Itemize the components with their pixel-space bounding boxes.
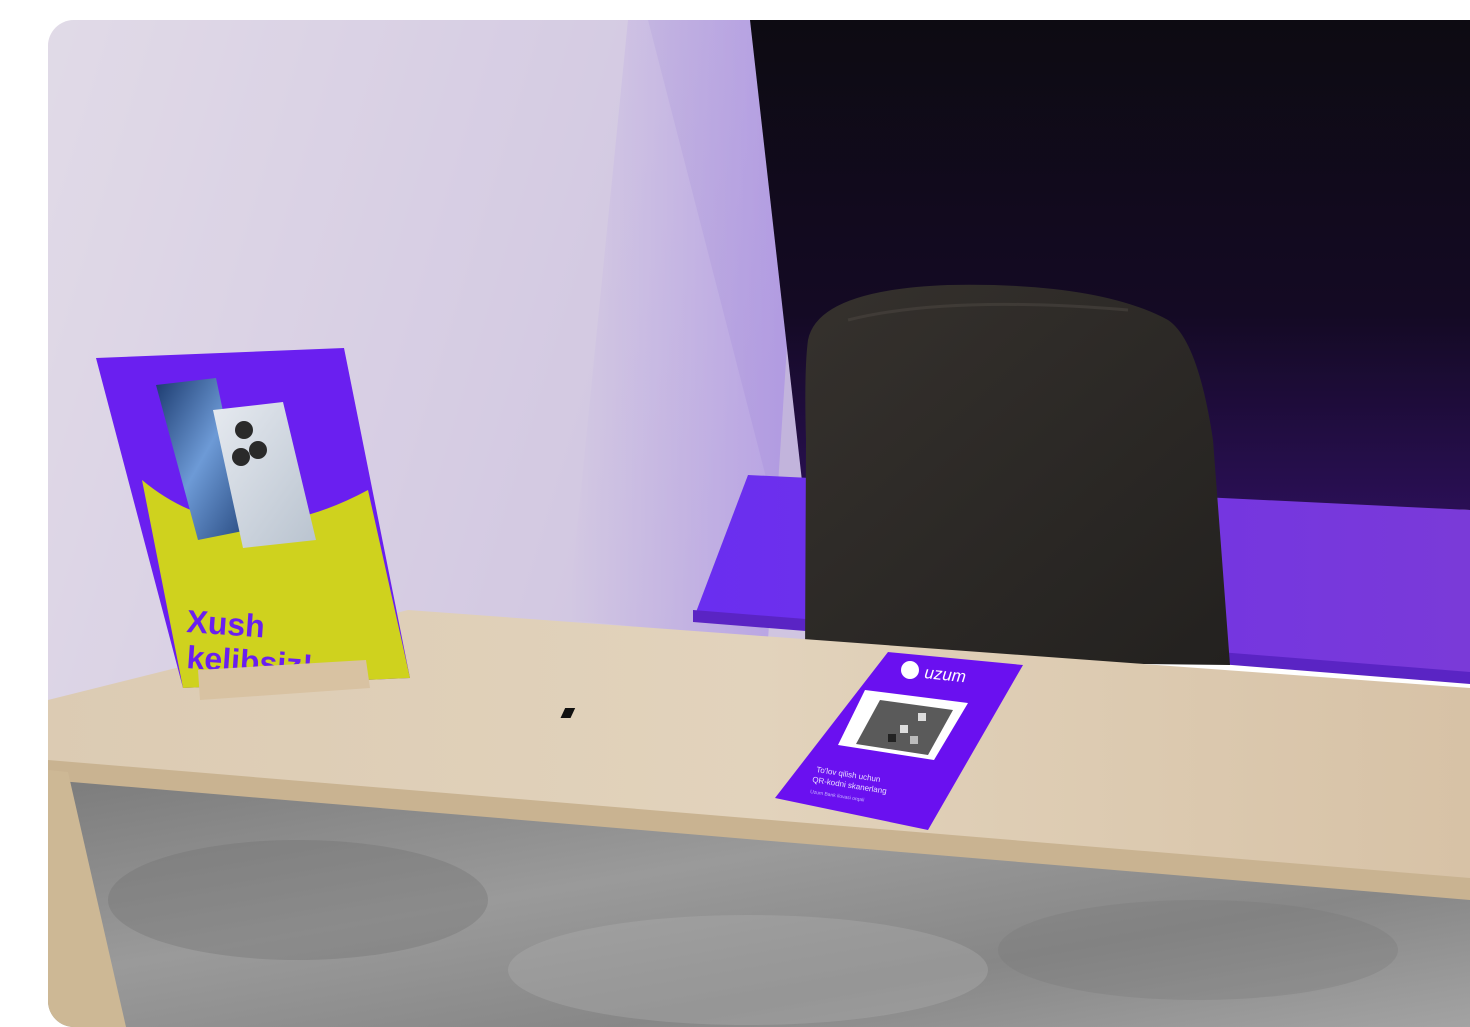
office-chair xyxy=(805,284,1230,665)
scene-photo: Xush kelibsiz! uzum To'lov qilish uchun xyxy=(48,20,1470,1027)
uzum-logo-icon xyxy=(901,661,919,679)
photo-frame: Xush kelibsiz! uzum To'lov qilish uchun xyxy=(48,20,1470,1027)
stand-sign-line1: Xush xyxy=(186,603,267,644)
